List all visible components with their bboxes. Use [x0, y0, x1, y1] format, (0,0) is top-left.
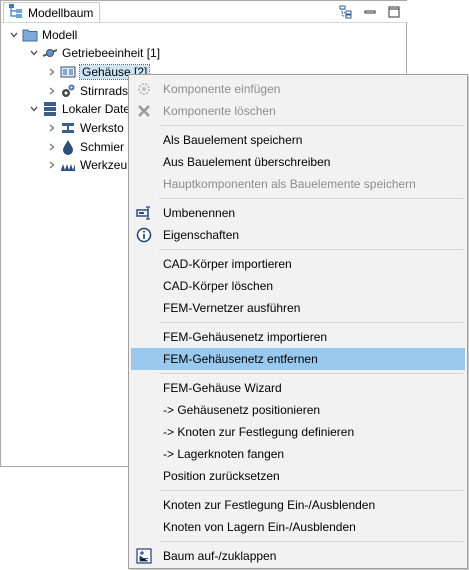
- menu-label: FEM-Gehäuse Wizard: [163, 381, 282, 395]
- tree-label-model: Modell: [42, 28, 78, 42]
- menu-label: -> Knoten zur Festlegung definieren: [163, 425, 355, 439]
- context-menu: Komponente einfügen Komponente löschen A…: [128, 74, 468, 569]
- rename-icon: [134, 203, 154, 223]
- menu-label: Umbenennen: [163, 206, 236, 220]
- database-icon: [41, 100, 59, 118]
- oil-drop-icon: [59, 138, 77, 156]
- info-icon: [134, 225, 154, 245]
- maximize-icon[interactable]: [386, 4, 402, 20]
- chevron-down-icon[interactable]: [27, 99, 41, 119]
- tree-expand-icon: [134, 546, 154, 566]
- tree-label-local-data: Lokaler Date: [62, 102, 131, 116]
- menu-item-housing-wizard[interactable]: FEM-Gehäuse Wizard: [131, 377, 465, 399]
- menu-item-remove-housing-mesh[interactable]: FEM-Gehäusenetz entfernen: [131, 348, 465, 370]
- chevron-right-icon[interactable]: [45, 118, 59, 138]
- menu-separator: [159, 490, 463, 491]
- menu-item-save-as-element[interactable]: Als Bauelement speichern: [131, 129, 465, 151]
- tree-node-gear-unit[interactable]: Getriebeeinheit [1]: [27, 43, 160, 63]
- menu-label: Knoten zur Festlegung Ein-/Ausblenden: [163, 498, 376, 512]
- menu-item-reset-position[interactable]: Position zurücksetzen: [131, 465, 465, 487]
- menu-label: CAD-Körper löschen: [163, 279, 274, 293]
- tab-modellbaum[interactable]: Modellbaum: [3, 2, 101, 22]
- tab-title-label: Modellbaum: [28, 5, 94, 20]
- material-beam-icon: [59, 119, 77, 137]
- menu-separator: [159, 541, 463, 542]
- chevron-right-icon[interactable]: [45, 155, 59, 175]
- menu-item-delete-component[interactable]: Komponente löschen: [131, 100, 465, 122]
- menu-label: Knoten von Lagern Ein-/Ausblenden: [163, 520, 356, 534]
- menu-item-delete-cad[interactable]: CAD-Körper löschen: [131, 275, 465, 297]
- tree-node-local-data[interactable]: Lokaler Date: [27, 99, 130, 119]
- tree-node-spur-gear[interactable]: Stirnrads: [45, 81, 128, 101]
- tree-label-gear-unit: Getriebeeinheit [1]: [62, 46, 161, 60]
- delete-x-icon: [134, 101, 154, 121]
- menu-label: FEM-Gehäusenetz entfernen: [163, 352, 318, 366]
- menu-label: CAD-Körper importieren: [163, 257, 292, 271]
- menu-item-rename[interactable]: Umbenennen: [131, 202, 465, 224]
- insert-component-icon: [134, 79, 154, 99]
- menu-separator: [159, 322, 463, 323]
- tree-node-material[interactable]: Werksto: [45, 118, 124, 138]
- menu-item-run-fem-mesher[interactable]: FEM-Vernetzer ausführen: [131, 297, 465, 319]
- chevron-right-icon[interactable]: [45, 137, 59, 157]
- housing-icon: [59, 63, 77, 81]
- menu-item-toggle-tree[interactable]: Baum auf-/zuklappen: [131, 545, 465, 567]
- chevron-right-icon[interactable]: [45, 62, 59, 82]
- menu-label: FEM-Vernetzer ausführen: [163, 301, 301, 315]
- tree-label-spur-gear: Stirnrads: [80, 84, 129, 98]
- tree-label-lubricant: Schmier: [80, 140, 125, 154]
- menu-item-overwrite-from-element[interactable]: Aus Bauelement überschreiben: [131, 151, 465, 173]
- tree-layout-icon[interactable]: [338, 4, 354, 20]
- menu-item-import-cad[interactable]: CAD-Körper importieren: [131, 253, 465, 275]
- tree-node-model[interactable]: Modell: [7, 25, 77, 45]
- menu-item-catch-bearing-nodes[interactable]: -> Lagerknoten fangen: [131, 443, 465, 465]
- chevron-down-icon[interactable]: [27, 43, 41, 63]
- gears-icon: [59, 82, 77, 100]
- menu-label: Komponente löschen: [163, 104, 276, 118]
- menu-label: FEM-Gehäusenetz importieren: [163, 330, 328, 344]
- tree-view-icon: [8, 3, 24, 22]
- menu-item-position-housing-mesh[interactable]: -> Gehäusenetz positionieren: [131, 399, 465, 421]
- panel-tab-bar: Modellbaum: [1, 1, 408, 23]
- tree-node-tool[interactable]: Werkzeu: [45, 155, 127, 175]
- chevron-down-icon[interactable]: [7, 25, 21, 45]
- gear-shaft-icon: [41, 44, 59, 62]
- menu-item-toggle-fixing-nodes[interactable]: Knoten zur Festlegung Ein-/Ausblenden: [131, 494, 465, 516]
- menu-label: -> Lagerknoten fangen: [163, 447, 285, 461]
- tool-rack-icon: [59, 156, 77, 174]
- menu-label: Position zurücksetzen: [163, 469, 280, 483]
- menu-label: Hauptkomponenten als Bauelemente speiche…: [163, 177, 416, 191]
- menu-label: Aus Bauelement überschreiben: [163, 155, 331, 169]
- menu-separator: [159, 373, 463, 374]
- menu-label: Als Bauelement speichern: [163, 133, 303, 147]
- menu-label: Eigenschaften: [163, 228, 240, 242]
- minimize-icon[interactable]: [362, 4, 378, 20]
- menu-item-toggle-bearing-nodes[interactable]: Knoten von Lagern Ein-/Ausblenden: [131, 516, 465, 538]
- tree-label-material: Werksto: [80, 121, 124, 135]
- tree-label-tool: Werkzeu: [80, 158, 128, 172]
- menu-item-import-housing-mesh[interactable]: FEM-Gehäusenetz importieren: [131, 326, 465, 348]
- menu-item-properties[interactable]: Eigenschaften: [131, 224, 465, 246]
- menu-item-define-fixing-nodes[interactable]: -> Knoten zur Festlegung definieren: [131, 421, 465, 443]
- menu-label: Komponente einfügen: [163, 82, 281, 96]
- tree-node-lubricant[interactable]: Schmier: [45, 137, 124, 157]
- folder-icon: [21, 26, 39, 44]
- menu-item-save-main-components[interactable]: Hauptkomponenten als Bauelemente speiche…: [131, 173, 465, 195]
- menu-separator: [159, 125, 463, 126]
- menu-label: Baum auf-/zuklappen: [163, 549, 277, 563]
- menu-label: -> Gehäusenetz positionieren: [163, 403, 321, 417]
- menu-item-insert-component[interactable]: Komponente einfügen: [131, 78, 465, 100]
- menu-separator: [159, 249, 463, 250]
- menu-separator: [159, 198, 463, 199]
- chevron-right-icon[interactable]: [45, 81, 59, 101]
